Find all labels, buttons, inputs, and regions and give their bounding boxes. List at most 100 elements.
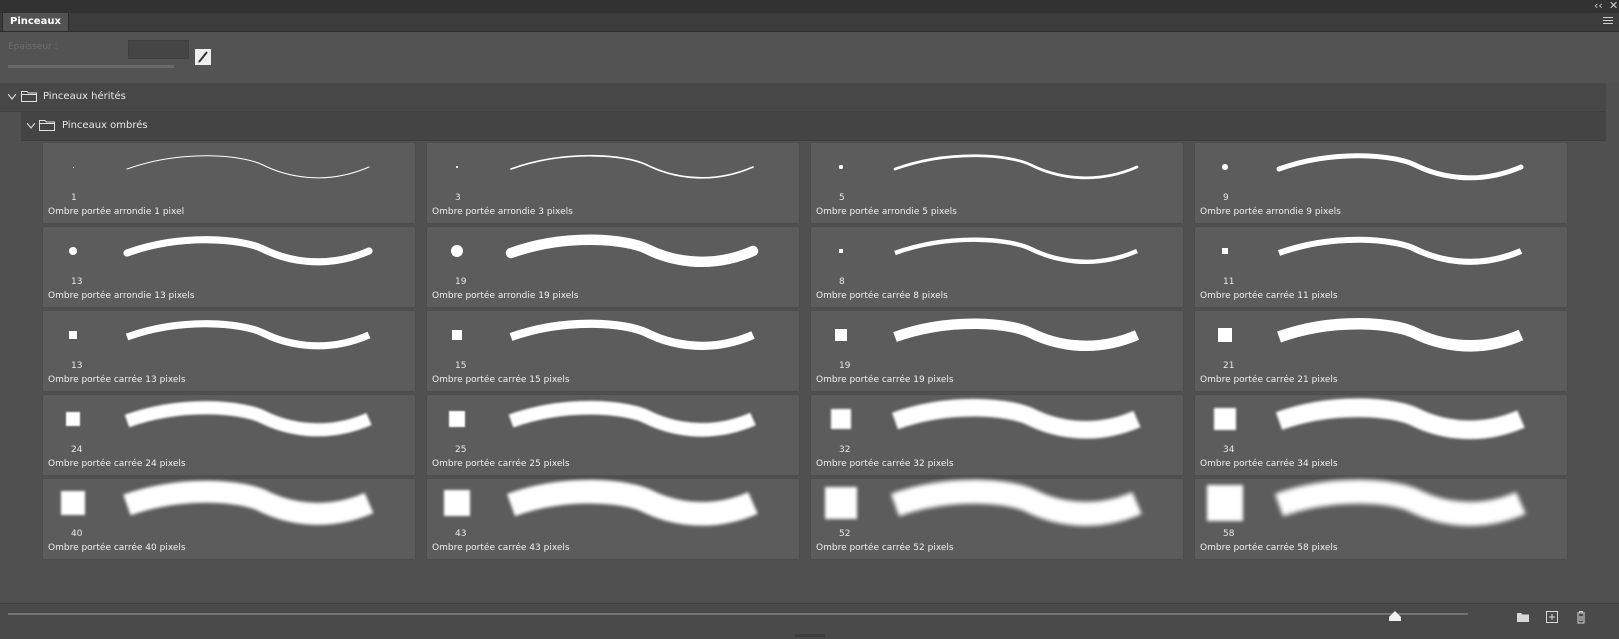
- slider-thumb[interactable]: [1389, 611, 1401, 621]
- brush-preset[interactable]: 25 Ombre portée carrée 25 pixels: [426, 394, 800, 476]
- brush-stroke-preview: [509, 319, 755, 350]
- brush-stroke-preview: [124, 401, 372, 437]
- square-brush-tip-icon: [60, 490, 86, 516]
- brush-preset[interactable]: 32 Ombre portée carrée 32 pixels: [810, 394, 1184, 476]
- brush-preset[interactable]: 34 Ombre portée carrée 34 pixels: [1194, 394, 1568, 476]
- brush-size-label: 9: [1223, 193, 1229, 203]
- brush-name-label: Ombre portée carrée 40 pixels: [48, 543, 186, 553]
- brush-preset[interactable]: 19 Ombre portée arrondie 19 pixels: [426, 226, 800, 308]
- brush-preset[interactable]: 19 Ombre portée carrée 19 pixels: [810, 310, 1184, 392]
- thickness-slider[interactable]: [8, 65, 174, 68]
- brush-size-label: 43: [455, 529, 467, 539]
- new-group-icon[interactable]: [1516, 610, 1530, 624]
- brush-stroke-preview: [125, 320, 371, 350]
- brush-name-label: Ombre portée carrée 15 pixels: [432, 375, 570, 385]
- brush-preset[interactable]: 43 Ombre portée carrée 43 pixels: [426, 478, 800, 560]
- brush-size-label: 1: [71, 193, 77, 203]
- brush-preset[interactable]: 11 Ombre portée carrée 11 pixels: [1194, 226, 1568, 308]
- round-brush-tip-icon: [72, 166, 74, 168]
- resize-handle[interactable]: [795, 634, 825, 637]
- thickness-input[interactable]: [128, 40, 189, 59]
- brush-preset[interactable]: 24 Ombre portée carrée 24 pixels: [42, 394, 416, 476]
- brush-name-label: Ombre portée arrondie 13 pixels: [48, 291, 195, 301]
- brush-preset[interactable]: 13 Ombre portée arrondie 13 pixels: [42, 226, 416, 308]
- chevron-down-icon[interactable]: [27, 123, 35, 129]
- brush-size-label: 13: [71, 277, 83, 287]
- brush-name-label: Ombre portée carrée 34 pixels: [1200, 459, 1338, 469]
- square-brush-tip-icon: [1207, 485, 1243, 521]
- brush-preset[interactable]: 52 Ombre portée carrée 52 pixels: [810, 478, 1184, 560]
- brush-size-label: 19: [455, 277, 467, 287]
- brush-size-label: 25: [455, 445, 467, 455]
- brush-preset[interactable]: 3 Ombre portée arrondie 3 pixels: [426, 142, 800, 224]
- brush-size-label: 40: [71, 529, 83, 539]
- brush-size-label: 34: [1223, 445, 1235, 455]
- round-brush-tip-icon: [68, 246, 78, 256]
- brush-name-label: Ombre portée carrée 19 pixels: [816, 375, 954, 385]
- group-row-pinceaux-herites[interactable]: Pinceaux hérités: [0, 83, 1606, 112]
- brush-size-label: 19: [839, 361, 851, 371]
- brush-preset[interactable]: 5 Ombre portée arrondie 5 pixels: [810, 142, 1184, 224]
- panel-titlebar: ‹‹ ✕: [0, 0, 1619, 13]
- tab-row: Pinceaux: [0, 13, 1619, 32]
- square-brush-tip-icon: [1218, 328, 1232, 342]
- brush-stroke-preview: [890, 479, 1142, 526]
- brush-preset[interactable]: 15 Ombre portée carrée 15 pixels: [426, 310, 800, 392]
- brush-stroke-preview: [893, 154, 1139, 180]
- brush-size-label: 24: [71, 445, 83, 455]
- brush-stroke-preview: [126, 155, 370, 179]
- brush-list[interactable]: Pinceaux hérités Pinceaux ombrés 1 Ombre …: [0, 83, 1619, 603]
- brush-size-label: 5: [839, 193, 845, 203]
- brush-preset[interactable]: 8 Ombre portée carrée 8 pixels: [810, 226, 1184, 308]
- brush-name-label: Ombre portée arrondie 5 pixels: [816, 207, 957, 217]
- square-brush-tip-icon: [68, 330, 78, 340]
- brush-preset[interactable]: 40 Ombre portée carrée 40 pixels: [42, 478, 416, 560]
- brush-stroke-preview: [123, 236, 373, 266]
- brush-preset[interactable]: 21 Ombre portée carrée 21 pixels: [1194, 310, 1568, 392]
- brush-size-label: 15: [455, 361, 467, 371]
- brush-stroke-preview: [1277, 236, 1523, 265]
- close-panel-icon[interactable]: ✕: [1609, 0, 1618, 13]
- brush-stroke-preview: [1277, 317, 1524, 352]
- brush-stroke-preview: [1275, 398, 1525, 440]
- brush-stroke-preview: [505, 234, 759, 267]
- preview-size-slider[interactable]: [8, 613, 1468, 615]
- bottom-toolbar: [0, 603, 1619, 639]
- brush-size-label: 58: [1223, 529, 1235, 539]
- brush-name-label: Ombre portée carrée 43 pixels: [432, 543, 570, 553]
- brush-size-label: 32: [839, 445, 851, 455]
- tab-pinceaux[interactable]: Pinceaux: [2, 13, 69, 31]
- group-label: Pinceaux ombrés: [62, 120, 148, 131]
- new-brush-icon[interactable]: [1545, 610, 1559, 624]
- square-brush-tip-icon: [443, 489, 471, 517]
- brush-name-label: Ombre portée arrondie 1 pixel: [48, 207, 185, 217]
- brush-name-label: Ombre portée arrondie 19 pixels: [432, 291, 579, 301]
- square-brush-tip-icon: [65, 411, 81, 427]
- square-brush-tip-icon: [1221, 247, 1229, 255]
- brush-size-label: 3: [455, 193, 461, 203]
- delete-icon[interactable]: [1574, 610, 1588, 624]
- brush-preset[interactable]: 58 Ombre portée carrée 58 pixels: [1194, 478, 1568, 560]
- brush-stroke-preview: [1274, 479, 1526, 526]
- brush-preset[interactable]: 1 Ombre portée arrondie 1 pixel: [42, 142, 416, 224]
- brush-size-label: 52: [839, 529, 851, 539]
- square-brush-tip-icon: [831, 409, 851, 429]
- group-row-pinceaux-ombres[interactable]: Pinceaux ombrés: [21, 112, 1606, 141]
- brush-stroke-preview: [893, 318, 1140, 351]
- folder-icon: [39, 120, 55, 131]
- brush-name-label: Ombre portée carrée 25 pixels: [432, 459, 570, 469]
- thickness-label: Épaisseur :: [8, 42, 58, 52]
- collapse-panels-icon[interactable]: ‹‹: [1594, 0, 1603, 13]
- brush-size-label: 13: [71, 361, 83, 371]
- round-brush-tip-icon: [1222, 164, 1228, 170]
- brush-name-label: Ombre portée carrée 58 pixels: [1200, 543, 1338, 553]
- brush-name-label: Ombre portée carrée 13 pixels: [48, 375, 186, 385]
- panel-menu-icon[interactable]: [1603, 17, 1613, 27]
- edit-brush-icon[interactable]: [194, 48, 212, 66]
- chevron-down-icon[interactable]: [8, 94, 16, 100]
- brush-preset[interactable]: 13 Ombre portée carrée 13 pixels: [42, 310, 416, 392]
- brush-stroke-preview: [123, 480, 374, 525]
- brush-preset[interactable]: 9 Ombre portée arrondie 9 pixels: [1194, 142, 1568, 224]
- brush-name-label: Ombre portée carrée 24 pixels: [48, 459, 186, 469]
- square-brush-tip-icon: [835, 329, 847, 341]
